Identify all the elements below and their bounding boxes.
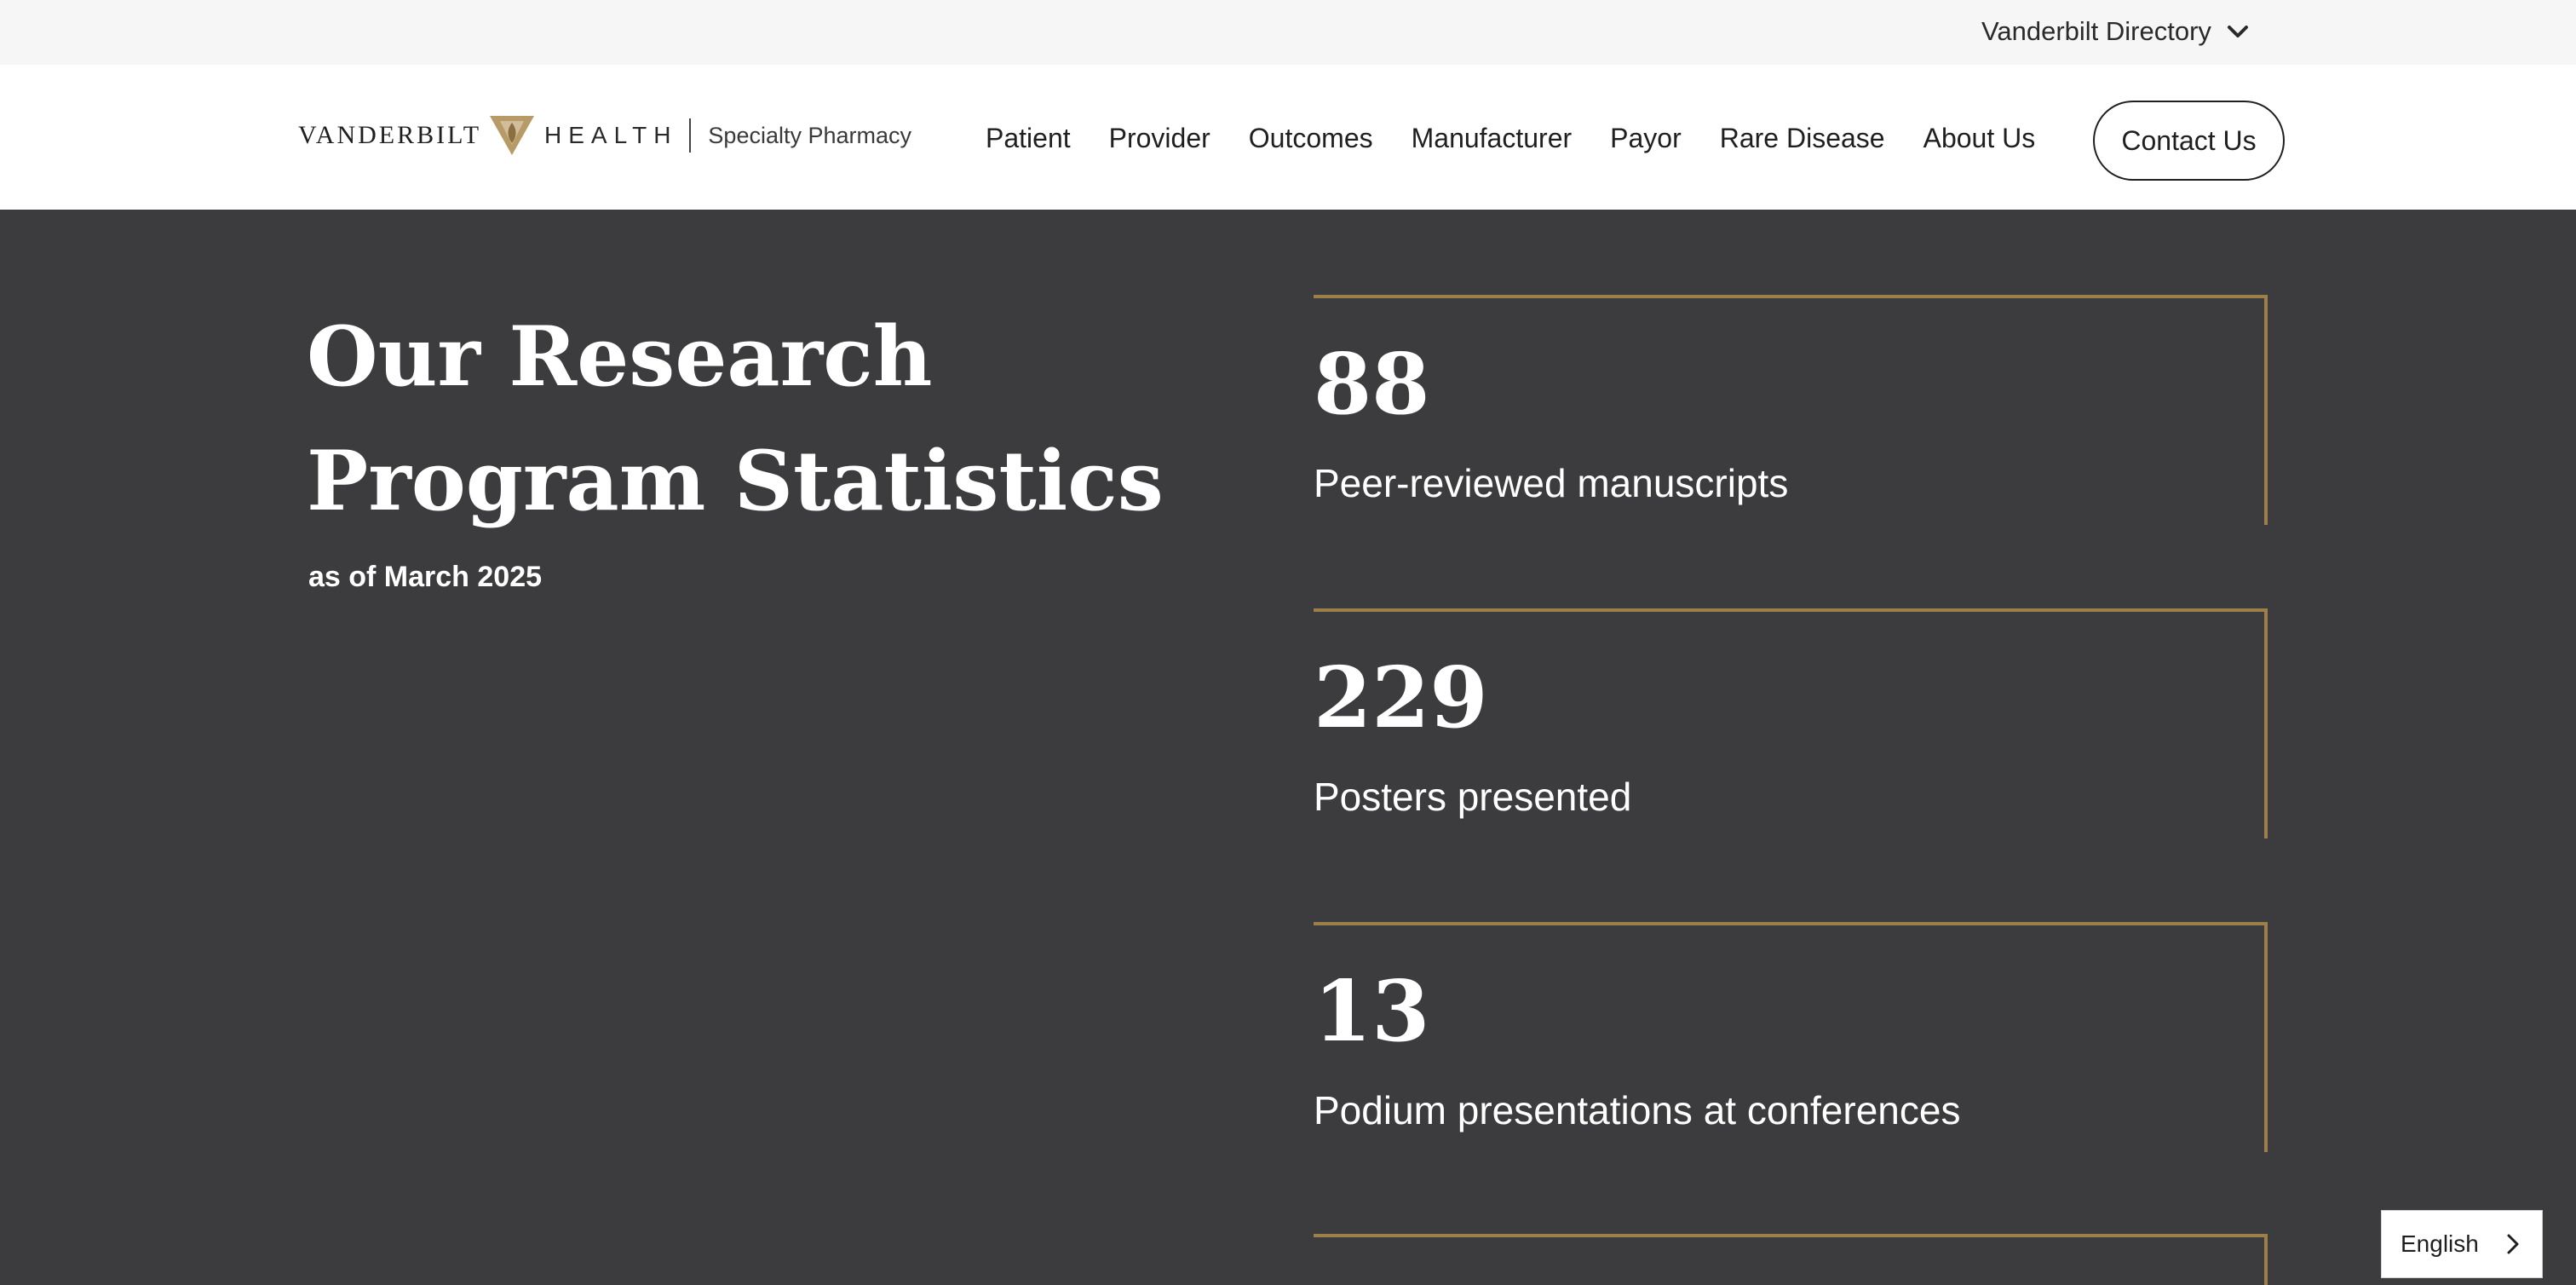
nav-item-patient[interactable]: Patient xyxy=(986,123,1071,154)
stat-card-manuscripts: 88 Peer-reviewed manuscripts xyxy=(1314,295,2268,525)
directory-label: Vanderbilt Directory xyxy=(1981,16,2211,46)
main-nav: Patient Provider Outcomes Manufacturer P… xyxy=(986,121,2035,155)
stat-card-podium: 13 Podium presentations at conferences xyxy=(1314,922,2268,1152)
chevron-down-icon xyxy=(2227,26,2248,37)
nav-item-provider[interactable]: Provider xyxy=(1109,123,1210,154)
nav-item-manufacturer[interactable]: Manufacturer xyxy=(1412,123,1573,154)
section-subtitle: as of March 2025 xyxy=(308,561,543,593)
contact-us-button[interactable]: Contact Us xyxy=(2093,101,2285,181)
stat-card-posters: 229 Posters presented xyxy=(1314,608,2268,838)
stat-number: 88 xyxy=(1314,336,1430,434)
stat-number: 229 xyxy=(1314,649,1488,747)
stat-label: Podium presentations at conferences xyxy=(1314,1088,1961,1132)
nav-item-outcomes[interactable]: Outcomes xyxy=(1249,123,1373,154)
nav-item-rare-disease[interactable]: Rare Disease xyxy=(1720,123,1885,154)
language-label: English xyxy=(2401,1230,2479,1257)
vanderbilt-directory-dropdown[interactable]: Vanderbilt Directory xyxy=(1981,14,2249,49)
stat-card-partial xyxy=(1314,1234,2268,1285)
logo-subtitle: Specialty Pharmacy xyxy=(708,122,912,148)
language-switcher[interactable]: English xyxy=(2381,1210,2543,1278)
nav-item-payor[interactable]: Payor xyxy=(1610,123,1682,154)
chevron-right-icon xyxy=(2507,1234,2519,1254)
stat-number: 13 xyxy=(1314,963,1430,1061)
research-stats-section: Our Research Program Statistics as of Ma… xyxy=(0,210,2576,1285)
main-header: VANDERBILT HEALTH Specialty Pharmacy Pat… xyxy=(0,65,2576,210)
logo-word-vanderbilt: VANDERBILT xyxy=(298,121,482,149)
utility-bar: Vanderbilt Directory xyxy=(0,0,2576,65)
logo-word-health: HEALTH xyxy=(544,122,678,148)
nav-item-about-us[interactable]: About Us xyxy=(1923,123,2036,154)
site-logo[interactable]: VANDERBILT HEALTH Specialty Pharmacy xyxy=(298,109,911,162)
section-title: Our Research Program Statistics xyxy=(307,308,1164,529)
stat-label: Posters presented xyxy=(1314,775,1632,819)
vanderbilt-v-oak-leaf-icon xyxy=(490,116,535,155)
stat-label: Peer-reviewed manuscripts xyxy=(1314,461,1789,505)
logo-divider xyxy=(689,118,692,153)
